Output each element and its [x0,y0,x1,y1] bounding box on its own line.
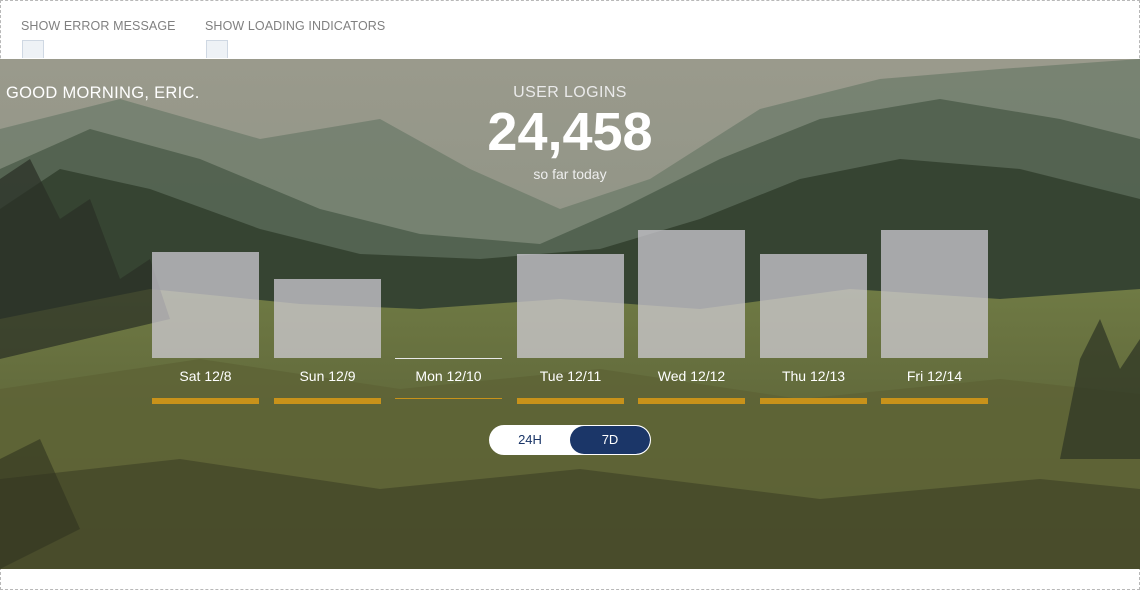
bar-wed-12-12[interactable] [638,230,745,358]
daily-logins-bar-chart: Sat 12/8 Sun 12/9 Mon 12/10 Tue 12/11 Wed 12… [0,59,1140,569]
day-underline-wed-12-12 [638,398,745,404]
day-label-fri-12-14[interactable]: Fri 12/14 [881,368,988,384]
show-loading-control: SHOW LOADING INDICATORS [205,19,386,58]
day-label-sun-12-9[interactable]: Sun 12/9 [274,368,381,384]
bar-sun-12-9[interactable] [274,279,381,358]
bar-thu-12-13[interactable] [760,254,867,358]
day-underline-mon-12-10 [395,398,502,399]
bar-fri-12-14[interactable] [881,230,988,358]
day-label-mon-12-10[interactable]: Mon 12/10 [395,368,502,384]
bar-mon-12-10[interactable] [395,358,502,359]
show-loading-checkbox[interactable] [206,40,228,58]
show-error-label: SHOW ERROR MESSAGE [21,19,176,33]
day-label-tue-12-11[interactable]: Tue 12/11 [517,368,624,384]
day-underline-tue-12-11 [517,398,624,404]
debug-controls: SHOW ERROR MESSAGE SHOW LOADING INDICATO… [0,0,1140,59]
bar-sat-12-8[interactable] [152,252,259,358]
day-underline-fri-12-14 [881,398,988,404]
day-label-thu-12-13[interactable]: Thu 12/13 [760,368,867,384]
day-underline-sat-12-8 [152,398,259,404]
range-toggle: 24H 7D [489,425,651,455]
show-loading-label: SHOW LOADING INDICATORS [205,19,386,33]
show-error-control: SHOW ERROR MESSAGE [21,19,176,58]
day-label-sat-12-8[interactable]: Sat 12/8 [152,368,259,384]
range-option-24h[interactable]: 24H [490,426,570,454]
bar-tue-12-11[interactable] [517,254,624,358]
dashboard-hero: GOOD MORNING, ERIC. USER LOGINS 24,458 s… [0,59,1140,569]
day-underline-thu-12-13 [760,398,867,404]
day-label-wed-12-12[interactable]: Wed 12/12 [638,368,745,384]
show-error-checkbox[interactable] [22,40,44,58]
day-underline-sun-12-9 [274,398,381,404]
range-option-7d[interactable]: 7D [570,426,650,454]
